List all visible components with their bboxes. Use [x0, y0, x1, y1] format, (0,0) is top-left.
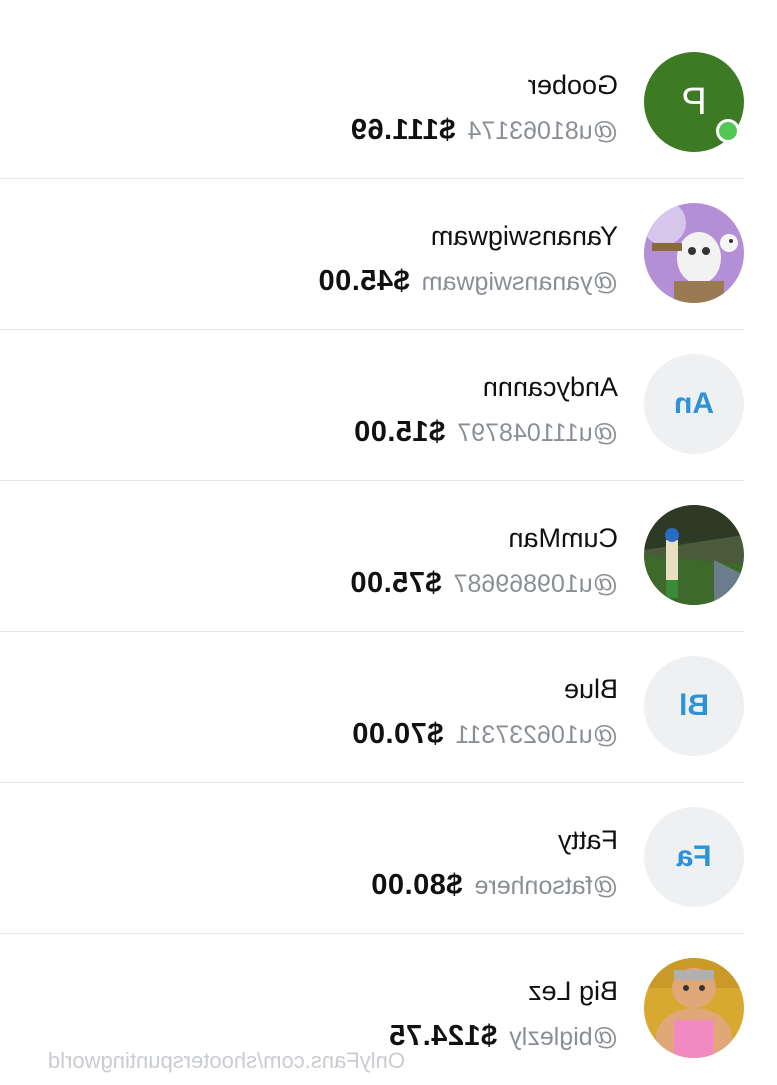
game-scene-photo-icon — [644, 505, 744, 605]
subscriber-meta: @biglezly $124.75 — [389, 1020, 618, 1053]
subscriber-amount: $111.69 — [350, 114, 456, 146]
subscriber-name[interactable]: Blue — [564, 674, 618, 705]
subscriber-handle[interactable]: @biglezly — [509, 1023, 618, 1052]
avatar[interactable] — [644, 958, 744, 1058]
subscriber-handle[interactable]: @yananswigwam — [422, 268, 618, 297]
subscriber-amount: $15.00 — [353, 416, 446, 448]
subscriber-name[interactable]: CumMan — [508, 523, 618, 554]
avatar-initials: Bl — [679, 689, 709, 722]
avatar[interactable]: Fa — [644, 807, 744, 907]
subscriber-name[interactable]: Andycannn — [483, 372, 618, 403]
subscriber-row[interactable]: An Andycannn @u111048797 $15.00 — [0, 330, 744, 481]
subscriber-handle[interactable]: @u106237311 — [455, 721, 618, 750]
subscriber-handle[interactable]: @u81063174 — [467, 117, 618, 146]
subscriber-handle[interactable]: @u109869687 — [454, 570, 618, 599]
avatar[interactable]: An — [644, 354, 744, 454]
avatar[interactable]: Bl — [644, 656, 744, 756]
subscriber-row[interactable]: CumMan @u109869687 $75.00 — [0, 481, 744, 632]
subscriber-handle[interactable]: @fatsonhere — [474, 872, 618, 901]
avatar[interactable] — [644, 505, 744, 605]
subscriber-name[interactable]: Fatty — [558, 825, 618, 856]
avatar[interactable] — [644, 203, 744, 303]
avatar-initials: An — [674, 387, 714, 420]
subscriber-meta: @fatsonhere $80.00 — [371, 869, 618, 902]
subscriber-amount: $70.00 — [351, 718, 444, 750]
subscriber-name[interactable]: Yananswigwam — [431, 221, 618, 252]
subscriber-amount: $75.00 — [349, 567, 442, 599]
subscriber-meta: @u109869687 $75.00 — [350, 567, 618, 600]
subscriber-meta: @u106237311 $70.00 — [352, 718, 618, 751]
purple-cartoon-photo-icon — [644, 203, 744, 303]
avatar-letter: P — [681, 80, 707, 123]
subscriber-row[interactable]: P Goober @u81063174 $111.69 — [0, 28, 744, 179]
subscriber-handle[interactable]: @u111048797 — [457, 419, 618, 448]
subscriber-meta: @u111048797 $15.00 — [354, 416, 618, 449]
subscriber-meta: @yananswigwam $45.00 — [318, 265, 618, 298]
avatar-initials: Fa — [676, 840, 712, 873]
subscriber-name[interactable]: Big Lez — [528, 976, 618, 1007]
subscriber-row[interactable]: Bl Blue @u106237311 $70.00 — [0, 632, 744, 783]
subscriber-amount: $45.00 — [318, 265, 410, 297]
watermark: OnlyFans.com/shooterspuntingworld — [47, 1048, 405, 1073]
cartoon-character-photo-icon — [644, 958, 744, 1058]
subscriber-amount: $124.75 — [388, 1020, 498, 1052]
subscriber-amount: $80.00 — [370, 869, 463, 901]
subscriber-meta: @u81063174 $111.69 — [350, 114, 618, 147]
subscriber-row[interactable]: Yananswigwam @yananswigwam $45.00 — [0, 179, 744, 330]
online-status-dot — [716, 119, 740, 143]
subscriber-row[interactable]: Fa Fatty @fatsonhere $80.00 — [0, 783, 744, 934]
subscriber-name[interactable]: Goober — [528, 70, 618, 101]
mirrored-screen: P Goober @u81063174 $111.69 Yananswigwam — [0, 0, 777, 1080]
